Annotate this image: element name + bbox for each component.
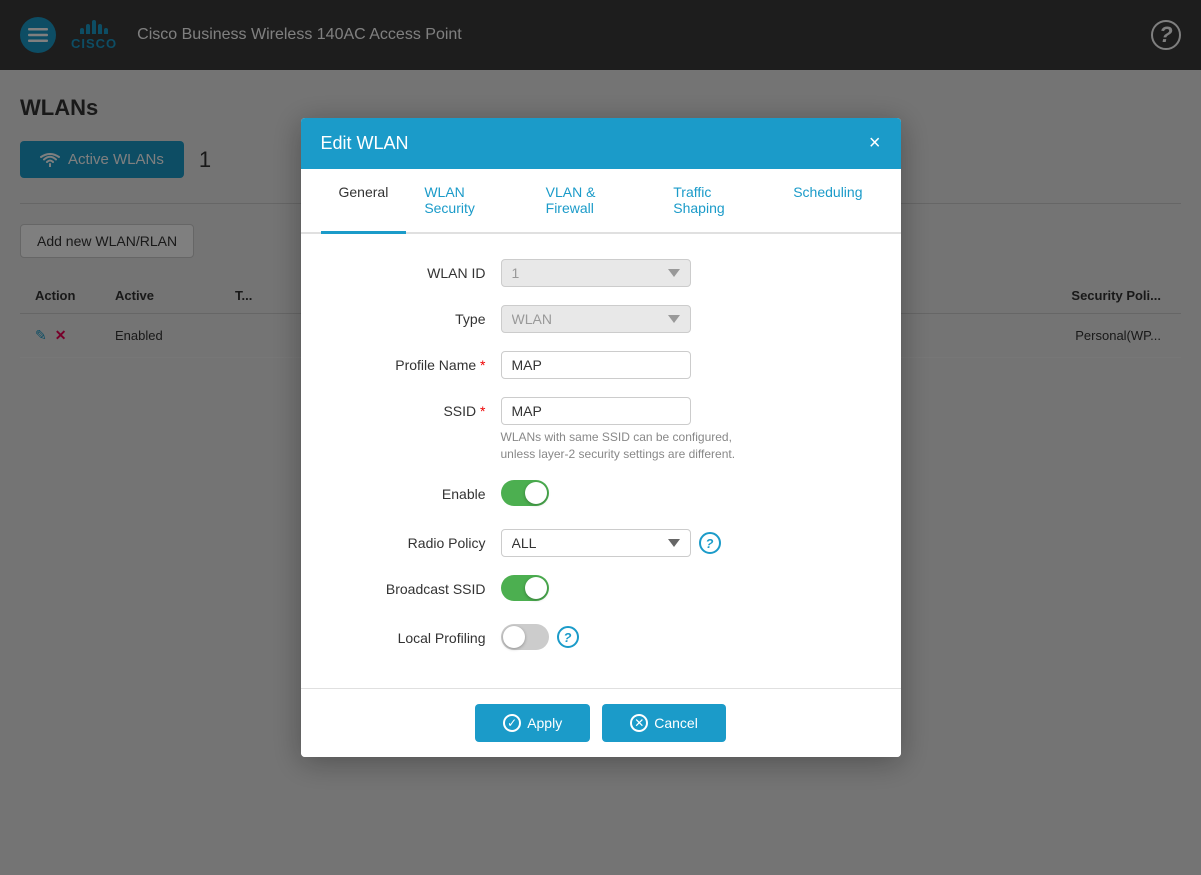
tab-wlan-security[interactable]: WLAN Security — [406, 169, 527, 234]
modal-tabs: General WLAN Security VLAN & Firewall Tr… — [301, 169, 901, 234]
cancel-icon: ✕ — [630, 714, 648, 732]
profile-name-label: Profile Name — [361, 351, 501, 373]
enable-slider — [501, 480, 549, 506]
local-profiling-row: Local Profiling ? — [361, 624, 841, 650]
tab-traffic-shaping[interactable]: Traffic Shaping — [655, 169, 775, 234]
tab-vlan-firewall[interactable]: VLAN & Firewall — [528, 169, 656, 234]
wlan-id-label: WLAN ID — [361, 259, 501, 281]
radio-policy-select[interactable]: ALL — [501, 529, 691, 557]
radio-policy-label: Radio Policy — [361, 529, 501, 551]
radio-policy-help-icon[interactable]: ? — [699, 532, 721, 554]
cancel-button[interactable]: ✕ Cancel — [602, 704, 726, 742]
type-control: WLAN — [501, 305, 841, 333]
local-profiling-row-inner: ? — [501, 624, 841, 650]
ssid-hint: WLANs with same SSID can be configured, … — [501, 429, 751, 463]
profile-name-input[interactable] — [501, 351, 691, 379]
type-label: Type — [361, 305, 501, 327]
enable-control — [501, 480, 841, 511]
radio-policy-row-inner: ALL ? — [501, 529, 841, 557]
type-row: Type WLAN — [361, 305, 841, 333]
broadcast-ssid-label: Broadcast SSID — [361, 575, 501, 597]
local-profiling-control: ? — [501, 624, 841, 650]
modal-body: WLAN ID 1 Type WLAN Profile Name — [301, 234, 901, 689]
broadcast-ssid-control — [501, 575, 841, 606]
wlan-id-row: WLAN ID 1 — [361, 259, 841, 287]
edit-wlan-modal: Edit WLAN × General WLAN Security VLAN &… — [301, 118, 901, 758]
radio-policy-control: ALL ? — [501, 529, 841, 557]
apply-icon: ✓ — [503, 714, 521, 732]
apply-button[interactable]: ✓ Apply — [475, 704, 590, 742]
modal-close-button[interactable]: × — [869, 133, 881, 153]
broadcast-ssid-row: Broadcast SSID — [361, 575, 841, 606]
profile-name-row: Profile Name — [361, 351, 841, 379]
broadcast-ssid-toggle[interactable] — [501, 575, 549, 601]
ssid-label: SSID — [361, 397, 501, 419]
broadcast-ssid-slider — [501, 575, 549, 601]
local-profiling-label: Local Profiling — [361, 624, 501, 646]
profile-name-control — [501, 351, 841, 379]
ssid-row: SSID WLANs with same SSID can be configu… — [361, 397, 841, 463]
enable-row: Enable — [361, 480, 841, 511]
enable-knob — [525, 482, 547, 504]
radio-policy-row: Radio Policy ALL ? — [361, 529, 841, 557]
tab-scheduling[interactable]: Scheduling — [775, 169, 880, 234]
wlan-id-control: 1 — [501, 259, 841, 287]
local-profiling-knob — [503, 626, 525, 648]
wlan-id-select[interactable]: 1 — [501, 259, 691, 287]
modal-footer: ✓ Apply ✕ Cancel — [301, 688, 901, 757]
tab-general[interactable]: General — [321, 169, 407, 234]
enable-toggle[interactable] — [501, 480, 549, 506]
modal-overlay: Edit WLAN × General WLAN Security VLAN &… — [0, 0, 1201, 875]
modal-header: Edit WLAN × — [301, 118, 901, 169]
local-profiling-help-icon[interactable]: ? — [557, 626, 579, 648]
ssid-control: WLANs with same SSID can be configured, … — [501, 397, 841, 463]
local-profiling-toggle[interactable] — [501, 624, 549, 650]
broadcast-ssid-knob — [525, 577, 547, 599]
type-select[interactable]: WLAN — [501, 305, 691, 333]
enable-label: Enable — [361, 480, 501, 502]
ssid-input[interactable] — [501, 397, 691, 425]
local-profiling-slider — [501, 624, 549, 650]
modal-title: Edit WLAN — [321, 133, 409, 154]
